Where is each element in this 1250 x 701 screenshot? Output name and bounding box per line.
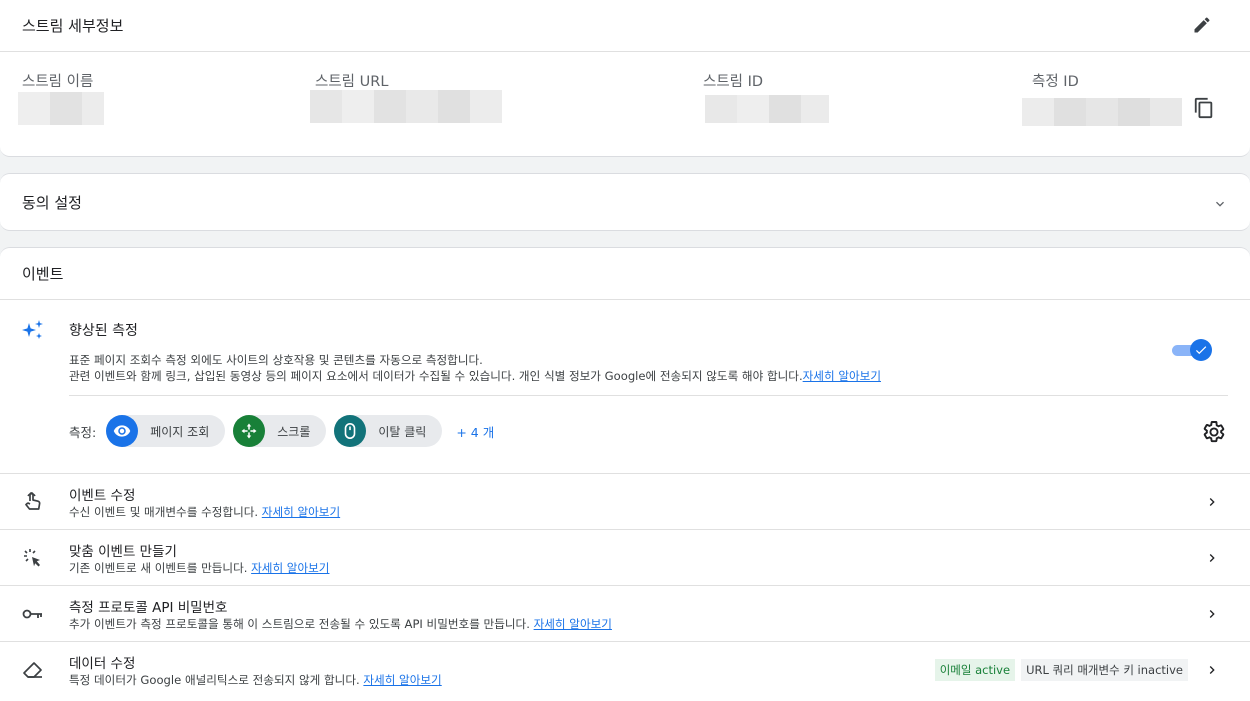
row-title: 맞춤 이벤트 만들기 — [69, 544, 177, 560]
email-active-badge: 이메일 active — [934, 659, 1016, 681]
chip-page-view[interactable]: 페이지 조회 — [106, 415, 226, 447]
row-description: 추가 이벤트가 측정 프로토콜을 통해 이 스트림으로 전송될 수 있도록 AP… — [69, 617, 612, 631]
enhanced-measurement-section: 향상된 측정 표준 페이지 조회수 측정 외에도 사이트의 상호작용 및 콘텐츠… — [0, 300, 1250, 474]
stream-url-label: 스트림 URL — [315, 74, 389, 90]
row-description: 기존 이벤트로 새 이벤트를 만듭니다. 자세히 알아보기 — [69, 561, 330, 575]
stream-id-field: 스트림 ID — [703, 70, 763, 91]
check-icon — [1190, 339, 1212, 361]
enhanced-measurement-description: 표준 페이지 조회수 측정 외에도 사이트의 상호작용 및 콘텐츠를 자동으로 … — [69, 352, 1069, 384]
stream-details-header: 스트림 세부정보 — [0, 0, 1250, 52]
chevron-down-icon[interactable] — [1212, 196, 1228, 216]
mouse-icon — [334, 415, 367, 447]
stream-id-label: 스트림 ID — [703, 74, 764, 90]
measure-label: 측정: — [69, 424, 97, 440]
eraser-icon — [22, 659, 44, 681]
chip-outbound-click[interactable]: 이탈 클릭 — [334, 415, 443, 447]
event-row-create[interactable]: 맞춤 이벤트 만들기 기존 이벤트로 새 이벤트를 만듭니다. 자세히 알아보기 — [0, 530, 1250, 586]
event-row-api-secret[interactable]: 측정 프로토콜 API 비밀번호 추가 이벤트가 측정 프로토콜을 통해 이 스… — [0, 586, 1250, 642]
cursor-click-icon — [22, 547, 44, 569]
events-title: 이벤트 — [22, 265, 64, 283]
measurement-chips-row: 측정: 페이지 조회 스크롤 이탈 클릭 + 4 개 — [69, 414, 494, 448]
edit-pencil-icon[interactable] — [1190, 13, 1214, 37]
stream-name-field: 스트림 이름 — [22, 70, 93, 91]
sparkle-icon — [20, 318, 46, 348]
key-icon — [22, 603, 44, 625]
consent-settings-header[interactable]: 동의 설정 — [0, 174, 1250, 230]
chip-scroll[interactable]: 스크롤 — [233, 415, 327, 447]
enhanced-desc-line1: 표준 페이지 조회수 측정 외에도 사이트의 상호작용 및 콘텐츠를 자동으로 … — [69, 353, 483, 367]
event-row-modify[interactable]: 이벤트 수정 수신 이벤트 및 매개변수를 수정합니다. 자세히 알아보기 — [0, 474, 1250, 530]
chip-scroll-label: 스크롤 — [277, 424, 311, 439]
row-title: 측정 프로토콜 API 비밀번호 — [69, 600, 228, 616]
enhanced-desc-line2: 관련 이벤트와 함께 링크, 삽입된 동영상 등의 페이지 요소에서 데이터가 … — [69, 369, 803, 383]
row-title: 데이터 수정 — [69, 656, 136, 672]
stream-details-title: 스트림 세부정보 — [22, 17, 124, 35]
measurement-id-field: 측정 ID — [1032, 70, 1079, 91]
enhanced-measurement-toggle[interactable] — [1172, 339, 1212, 361]
chevron-right-icon — [1204, 606, 1220, 626]
url-query-inactive-badge: URL 쿼리 매개변수 키 inactive — [1021, 659, 1188, 681]
divider — [69, 395, 1228, 396]
row-description: 수신 이벤트 및 매개변수를 수정합니다. 자세히 알아보기 — [69, 505, 341, 519]
eye-icon — [106, 415, 139, 447]
event-row-data-redaction[interactable]: 데이터 수정 특정 데이터가 Google 애널리틱스로 전송되지 않게 합니다… — [0, 642, 1250, 698]
learn-more-link[interactable]: 자세히 알아보기 — [262, 505, 340, 519]
chevron-right-icon — [1204, 662, 1220, 682]
stream-details-card: 스트림 세부정보 스트림 이름 스트림 URL 스트림 ID 측정 ID — [0, 0, 1250, 157]
measurement-id-label: 측정 ID — [1032, 74, 1079, 90]
stream-url-redacted — [310, 90, 502, 123]
chevron-right-icon — [1204, 550, 1220, 570]
learn-more-link[interactable]: 자세히 알아보기 — [534, 617, 612, 631]
status-badges: 이메일 active URL 쿼리 매개변수 키 inactive — [929, 659, 1188, 681]
events-header: 이벤트 — [0, 248, 1250, 300]
stream-id-redacted — [705, 95, 829, 123]
touch-hand-icon — [22, 491, 44, 513]
row-description: 특정 데이터가 Google 애널리틱스로 전송되지 않게 합니다. 자세히 알… — [69, 673, 442, 687]
stream-name-label: 스트림 이름 — [22, 74, 94, 90]
learn-more-link[interactable]: 자세히 알아보기 — [363, 673, 441, 687]
more-measurements-link[interactable]: + 4 개 — [456, 422, 494, 441]
gear-icon[interactable] — [1202, 420, 1226, 448]
chip-outbound-click-label: 이탈 클릭 — [378, 424, 427, 439]
chip-page-view-label: 페이지 조회 — [150, 424, 210, 439]
enhanced-measurement-title: 향상된 측정 — [69, 323, 138, 339]
measurement-id-redacted — [1022, 98, 1182, 126]
stream-url-field: 스트림 URL — [315, 70, 388, 91]
consent-settings-card[interactable]: 동의 설정 — [0, 173, 1250, 231]
chevron-right-icon — [1204, 494, 1220, 514]
learn-more-link[interactable]: 자세히 알아보기 — [251, 561, 329, 575]
stream-name-redacted — [18, 92, 104, 125]
copy-icon[interactable] — [1192, 96, 1216, 120]
consent-settings-title: 동의 설정 — [22, 193, 82, 212]
learn-more-link[interactable]: 자세히 알아보기 — [803, 369, 881, 383]
scroll-arrows-icon — [233, 415, 266, 447]
events-card: 이벤트 향상된 측정 표준 페이지 조회수 측정 외에도 사이트의 상호작용 및… — [0, 247, 1250, 701]
row-title: 이벤트 수정 — [69, 488, 136, 504]
